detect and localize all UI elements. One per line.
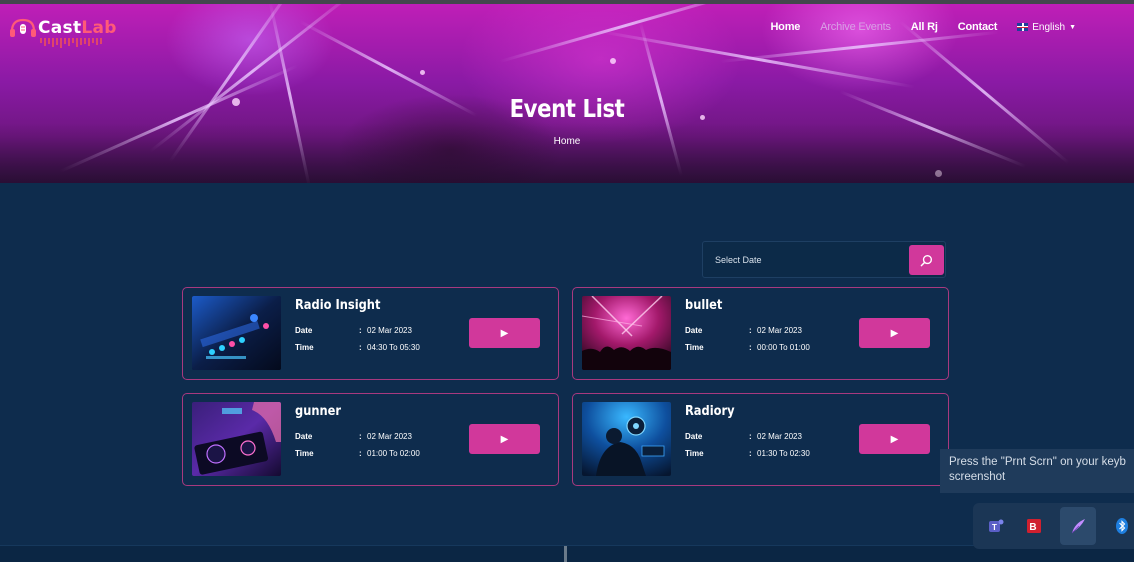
time-colon: : <box>749 449 752 458</box>
svg-text:T: T <box>992 523 997 532</box>
search-button[interactable] <box>909 245 944 275</box>
time-colon: : <box>359 449 362 458</box>
feather-pen-icon[interactable] <box>1060 507 1096 545</box>
event-date: 02 Mar 2023 <box>367 326 412 335</box>
event-title: Radio Insight <box>295 298 381 313</box>
nav-contact[interactable]: Contact <box>958 21 998 33</box>
event-date: 02 Mar 2023 <box>757 432 802 441</box>
castlab-logo[interactable]: CastLab <box>8 17 117 39</box>
play-icon: ▶ <box>890 433 899 445</box>
language-label: English <box>1032 21 1066 33</box>
date-colon: : <box>749 432 752 441</box>
event-card: bullet Date : 02 Mar 2023 Time : 00:00 T… <box>572 287 949 380</box>
nav-home[interactable]: Home <box>770 21 800 33</box>
nav-all-rj[interactable]: All Rj <box>911 21 938 33</box>
date-label: Date <box>685 326 703 335</box>
play-button[interactable]: ▶ <box>859 424 930 454</box>
nav-archive-events[interactable]: Archive Events <box>820 21 891 33</box>
page-title: Event List <box>509 94 625 123</box>
play-button[interactable]: ▶ <box>469 424 540 454</box>
event-thumbnail <box>192 402 281 476</box>
time-label: Time <box>295 449 314 458</box>
event-thumbnail <box>582 402 671 476</box>
date-colon: : <box>359 432 362 441</box>
headphones-mic-icon <box>8 17 38 39</box>
uk-flag-icon <box>1017 23 1029 31</box>
event-date: 02 Mar 2023 <box>367 432 412 441</box>
window-top-border <box>0 0 1134 4</box>
play-icon: ▶ <box>500 327 509 339</box>
brand-name: CastLab <box>38 18 117 38</box>
scroll-indicator[interactable] <box>564 546 567 562</box>
bluetooth-icon[interactable] <box>1110 513 1134 539</box>
event-thumbnail <box>192 296 281 370</box>
play-icon: ▶ <box>500 433 509 445</box>
event-time: 00:00 To 01:00 <box>757 343 810 352</box>
date-label: Date <box>685 432 703 441</box>
main-nav: Home Archive Events All Rj Contact Engli… <box>770 21 1076 33</box>
play-icon: ▶ <box>890 327 899 339</box>
brand-part2: Lab <box>81 18 117 38</box>
event-card: gunner Date : 02 Mar 2023 Time : 01:00 T… <box>182 393 559 486</box>
event-thumbnail <box>582 296 671 370</box>
system-tray-flyout: T B <box>973 503 1134 549</box>
time-label: Time <box>685 343 704 352</box>
time-label: Time <box>685 449 704 458</box>
date-label: Date <box>295 326 313 335</box>
tooltip-line1: Press the "Prnt Scrn" on your keyb <box>949 456 1126 468</box>
event-title: Radiory <box>685 404 735 419</box>
event-time: 01:00 To 02:00 <box>367 449 420 458</box>
event-title: gunner <box>295 404 342 419</box>
date-search <box>702 241 946 278</box>
brand-part1: Cast <box>38 18 82 38</box>
date-colon: : <box>359 326 362 335</box>
event-date: 02 Mar 2023 <box>757 326 802 335</box>
event-title: bullet <box>685 298 723 313</box>
event-card: Radio Insight Date : 02 Mar 2023 Time : … <box>182 287 559 380</box>
select-date-input[interactable] <box>703 242 909 277</box>
time-label: Time <box>295 343 314 352</box>
date-label: Date <box>295 432 313 441</box>
breadcrumb[interactable]: Home <box>0 136 1134 147</box>
search-icon <box>920 254 933 266</box>
event-time: 04:30 To 05:30 <box>367 343 420 352</box>
svg-text:B: B <box>1030 522 1037 533</box>
screenshot-tooltip: Press the "Prnt Scrn" on your keyb scree… <box>940 449 1134 493</box>
date-colon: : <box>749 326 752 335</box>
language-selector[interactable]: English ▼ <box>1017 22 1076 33</box>
play-button[interactable]: ▶ <box>859 318 930 348</box>
caret-down-icon: ▼ <box>1069 23 1076 31</box>
event-card: Radiory Date : 02 Mar 2023 Time : 01:30 … <box>572 393 949 486</box>
time-colon: : <box>749 343 752 352</box>
teams-icon[interactable]: T <box>984 513 1008 539</box>
footer <box>0 545 1134 562</box>
tooltip-line2: screenshot <box>949 471 1006 483</box>
logo-equalizer-bars <box>40 38 102 48</box>
time-colon: : <box>359 343 362 352</box>
pdf-icon[interactable]: B <box>1022 513 1046 539</box>
play-button[interactable]: ▶ <box>469 318 540 348</box>
event-time: 01:30 To 02:30 <box>757 449 810 458</box>
